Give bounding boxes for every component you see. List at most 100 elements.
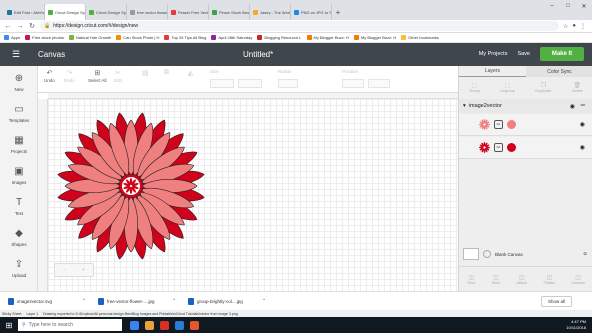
select-all-button[interactable]: ⊞ Select All <box>88 69 107 83</box>
tab-color-sync[interactable]: Color Sync <box>526 66 592 77</box>
sidebar-item-new[interactable]: ⊕ New <box>0 72 38 92</box>
redo-button[interactable]: ↷ Redo <box>64 69 75 83</box>
position-x-field[interactable] <box>342 79 364 88</box>
layer-color-swatch[interactable] <box>507 143 516 152</box>
taskview-icon[interactable] <box>130 320 139 330</box>
bookmark-item[interactable]: Blogging Resource L <box>257 35 302 40</box>
tab-layers[interactable]: Layers <box>459 66 526 77</box>
zoom-control[interactable]: − + <box>54 263 94 277</box>
edit-button[interactable]: ✂ Edit <box>114 69 122 83</box>
ungroup-button[interactable]: ⬚ Ungroup <box>500 82 515 93</box>
bookmark-item[interactable]: Apps <box>4 35 20 40</box>
bookmark-item[interactable]: Top 25 Tips All Blog <box>164 35 206 40</box>
flip-icon[interactable]: ◭ <box>188 69 193 78</box>
contour-button[interactable]: ◫ Contour <box>571 274 585 285</box>
download-item[interactable]: free-vector-flower-....jpg ⌃ <box>98 297 176 305</box>
eye-icon[interactable]: ◉ <box>580 121 585 128</box>
bookmark-item[interactable]: April 28th Saturday <box>211 35 252 40</box>
browser-tab[interactable]: Jasey - The Work× <box>250 4 291 20</box>
new-tab-icon[interactable]: + <box>332 4 344 20</box>
flatten-button[interactable]: ◫ Flatten <box>543 274 555 285</box>
sidebar-item-images[interactable]: ▣ Images <box>0 165 38 185</box>
taskbar-search[interactable]: ⚲ Type here to search <box>18 319 122 331</box>
menu-dots-icon[interactable]: ⋮ <box>580 23 586 30</box>
reload-icon[interactable]: ↻ <box>28 22 36 30</box>
align-icon[interactable]: ▤ <box>142 69 149 78</box>
download-item[interactable]: image2vector.svg ⌃ <box>8 297 86 305</box>
canvas-swatch[interactable] <box>463 248 479 260</box>
caret-down-icon[interactable]: ▾ <box>463 103 466 109</box>
maximize-icon[interactable]: □ <box>560 0 576 12</box>
word-icon[interactable] <box>175 320 184 330</box>
cut-operation-icon[interactable]: ✂ <box>494 143 503 152</box>
browser-tab[interactable]: Flower Free Vect× <box>168 4 209 20</box>
sidebar-item-shapes[interactable]: ◆ Shapes <box>0 227 38 247</box>
sidebar-item-upload[interactable]: ⇪ Upload <box>0 258 38 278</box>
close-icon[interactable]: ✕ <box>576 0 592 12</box>
hamburger-menu-icon[interactable]: ☰ <box>12 49 26 60</box>
sidebar-item-templates[interactable]: ▭ Templates <box>0 103 38 123</box>
bookmark-item[interactable]: Free stock photos <box>25 35 64 40</box>
minimize-icon[interactable]: – <box>544 0 560 12</box>
more-icon[interactable]: ═ <box>581 103 585 109</box>
undo-button[interactable]: ↶ Undo <box>44 69 55 83</box>
browser-tab[interactable]: PNG vs JPG to SV× <box>291 4 332 20</box>
design-canvas[interactable]: − + <box>38 93 458 291</box>
chrome-icon[interactable] <box>160 320 169 330</box>
show-all-button[interactable]: Show all <box>540 296 572 307</box>
chevron-up-icon[interactable]: ⌃ <box>82 298 86 304</box>
slice-button[interactable]: ◫ Slice <box>467 274 475 285</box>
browser-tab[interactable]: Edit Post ‹ Abbi's× <box>4 4 45 20</box>
star-icon[interactable]: ☆ <box>563 23 568 30</box>
weld-button[interactable]: ◫ Weld <box>492 274 501 285</box>
sidebar-item-projects[interactable]: ▦ Projects <box>0 134 38 154</box>
document-title[interactable]: Untitled* <box>243 50 273 59</box>
position-y-field[interactable] <box>368 79 390 88</box>
zoom-out-icon[interactable]: − <box>63 267 66 273</box>
chevron-up-icon[interactable]: ⌃ <box>262 298 266 304</box>
hidden-eye-icon[interactable]: ⊘ <box>583 251 587 257</box>
size-height-field[interactable] <box>238 79 262 88</box>
eye-icon[interactable]: ◉ <box>580 144 585 151</box>
url-field[interactable]: 🔒 https://design.cricut.com/#/design/new <box>40 21 559 31</box>
browser-tab[interactable]: Cricut Design Spa× <box>45 4 86 20</box>
windows-start-icon[interactable]: ⊞ <box>0 317 18 333</box>
rotate-field[interactable] <box>278 79 298 88</box>
delete-button[interactable]: 🗑 Delete <box>572 82 583 93</box>
sidebar-item-text[interactable]: T Text <box>0 196 38 216</box>
layer-row[interactable]: ✂ ◉ <box>459 137 592 159</box>
back-icon[interactable]: ← <box>4 23 12 30</box>
flower-image[interactable] <box>56 111 206 261</box>
browser-tab[interactable]: free vector flower× <box>127 4 168 20</box>
blank-canvas-row[interactable]: Blank Canvas ⊘ <box>463 246 592 262</box>
layer-color-swatch[interactable] <box>507 120 516 129</box>
size-width-field[interactable] <box>210 79 234 88</box>
arrange-icon[interactable]: ⧉ <box>164 69 169 78</box>
make-it-button[interactable]: Make It <box>540 47 584 61</box>
my-projects-link[interactable]: My Projects <box>479 51 508 57</box>
group-row[interactable]: ▾ image2vector ◉ ═ <box>459 99 592 113</box>
zoom-in-icon[interactable]: + <box>82 267 85 273</box>
attach-button[interactable]: ◫ Attach <box>516 274 527 285</box>
explorer-icon[interactable] <box>145 320 154 330</box>
extension-icon[interactable]: ● <box>572 23 576 30</box>
bookmark-item[interactable]: My Blogger Buzz: H <box>306 35 349 40</box>
browser-tab[interactable]: Pinwe Stock Illus× <box>209 4 250 20</box>
app-icon[interactable] <box>190 320 199 330</box>
canvas-color-icon[interactable] <box>483 250 491 258</box>
eye-icon[interactable]: ◉ <box>570 103 575 110</box>
bookmark-item[interactable]: My Blogger Buzz: H <box>353 35 396 40</box>
forward-icon[interactable]: → <box>16 23 24 30</box>
save-link[interactable]: Save <box>517 51 530 57</box>
cut-operation-icon[interactable]: ✂ <box>494 120 503 129</box>
download-item[interactable]: group-brightly-col....jpg ⌃ <box>188 297 266 305</box>
layer-row[interactable]: ✂ ◉ <box>459 114 592 136</box>
bookmark-item[interactable]: Other bookmarks <box>401 35 439 40</box>
browser-tab[interactable]: Cricut Design Spa× <box>86 4 127 20</box>
duplicate-button[interactable]: ❐ Duplicate <box>535 82 551 93</box>
bookmark-item[interactable]: Natural Hair Growth <box>68 35 111 40</box>
clock[interactable]: 4:47 PM 10/11/2018 <box>566 319 586 330</box>
chevron-up-icon[interactable]: ⌃ <box>172 298 176 304</box>
bookmark-item[interactable]: Can Stock Photo | H <box>116 35 159 40</box>
group-button[interactable]: ⬚ Group <box>469 82 480 93</box>
